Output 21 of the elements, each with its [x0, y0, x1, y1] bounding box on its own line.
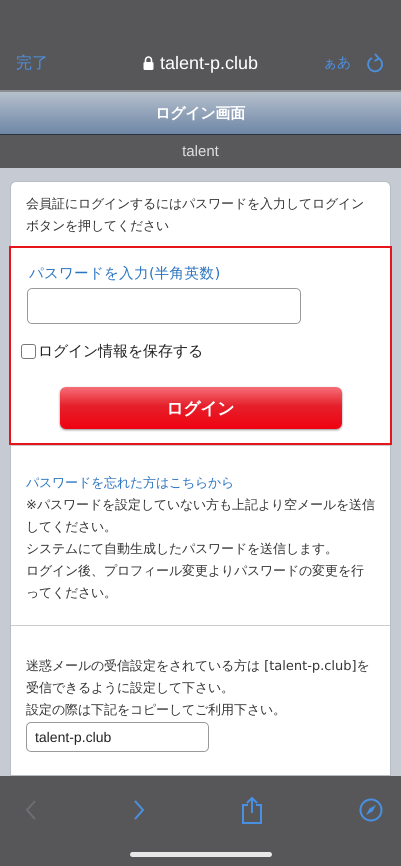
- note-text: 迷惑メールの受信設定をされている方は [talent-p.club]を受信できるように設定して下さい。: [26, 658, 371, 698]
- login-button[interactable]: ログイン: [60, 387, 342, 429]
- forgot-password-link[interactable]: パスワードを忘れた方はこちらから: [26, 476, 234, 491]
- reload-icon[interactable]: [367, 53, 385, 73]
- domain-field[interactable]: talent-p.club: [26, 722, 209, 752]
- forward-icon[interactable]: [133, 799, 145, 821]
- note-text: 設定の際は下記をコピーしてご利用下さい。: [26, 702, 287, 720]
- share-icon[interactable]: [241, 796, 263, 824]
- address-text[interactable]: talent-p.club: [160, 52, 258, 74]
- checkbox[interactable]: [21, 344, 36, 359]
- lock-icon: [142, 56, 154, 70]
- password-label: パスワードを入力(半角英数): [29, 265, 220, 283]
- remember-label[interactable]: ログイン情報を保存する: [38, 342, 203, 361]
- note-text: ログイン後、プロフィール変更よりパスワードの変更を行ってください。: [26, 563, 365, 603]
- page-title: ログイン画面: [156, 104, 246, 122]
- password-field[interactable]: [27, 288, 301, 324]
- compass-icon[interactable]: [359, 798, 383, 822]
- site-name: talent: [182, 143, 219, 160]
- intro-text: 会員証にログインするにはパスワードを入力してログインボタンを押してください: [25, 196, 365, 236]
- note-text: システムにて自動生成したパスワードを送信します。: [26, 541, 339, 559]
- note-text: ※パスワードを設定していない方も上記より空メールを送信してください。: [26, 497, 375, 537]
